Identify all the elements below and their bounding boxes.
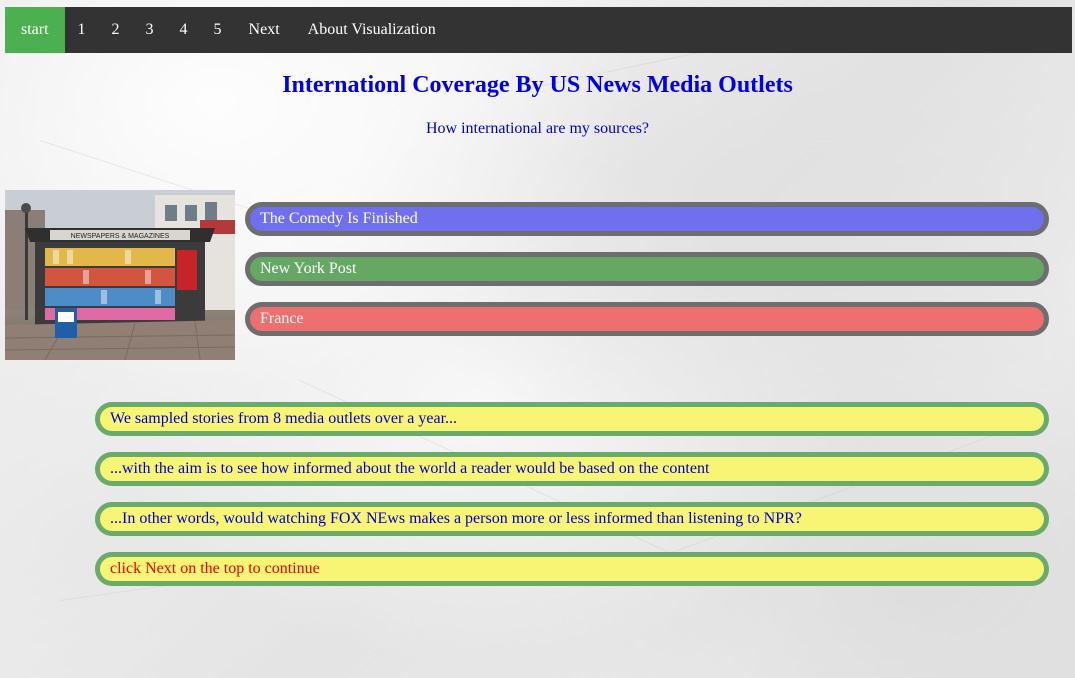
nav-page-5[interactable]: 5 xyxy=(201,7,235,53)
nav-about-visualization[interactable]: About Visualization xyxy=(294,7,450,53)
legend-pill-comedy-is-finished[interactable]: The Comedy Is Finished xyxy=(245,202,1049,236)
story-pill: We sampled stories from 8 media outlets … xyxy=(95,402,1049,436)
nav-start[interactable]: start xyxy=(5,7,65,53)
legend-pill-new-york-post[interactable]: New York Post xyxy=(245,252,1049,286)
page-subtitle: How international are my sources? xyxy=(425,120,650,137)
legend-pill-label: France xyxy=(260,310,304,327)
kiosk-sign: NEWSPAPERS & MAGAZINES xyxy=(71,233,170,240)
newsstand-photo: NEWSPAPERS & MAGAZINES xyxy=(5,190,235,360)
legend-pill-label: New York Post xyxy=(260,260,357,277)
legend-pill-france[interactable]: France xyxy=(245,302,1049,336)
nav-page-4[interactable]: 4 xyxy=(167,7,201,53)
top-navbar: start 1 2 3 4 5 Next About Visualization xyxy=(5,7,1072,53)
story-pill: ...with the aim is to see how informed a… xyxy=(95,452,1049,486)
story-pill-text: ...In other words, would watching FOX NE… xyxy=(110,510,802,527)
nav-page-3[interactable]: 3 xyxy=(133,7,167,53)
continue-hint-pill: click Next on the top to continue xyxy=(95,552,1049,586)
story-pill: ...In other words, would watching FOX NE… xyxy=(95,502,1049,536)
page-title: Internationl Coverage By US News Media O… xyxy=(282,72,793,98)
nav-page-2[interactable]: 2 xyxy=(99,7,133,53)
nav-next[interactable]: Next xyxy=(235,7,294,53)
story-pill-text: We sampled stories from 8 media outlets … xyxy=(110,410,458,427)
continue-hint-text: click Next on the top to continue xyxy=(110,560,320,577)
legend-pill-label: The Comedy Is Finished xyxy=(260,210,418,227)
nav-page-1[interactable]: 1 xyxy=(65,7,99,53)
story-pill-text: ...with the aim is to see how informed a… xyxy=(110,460,710,477)
